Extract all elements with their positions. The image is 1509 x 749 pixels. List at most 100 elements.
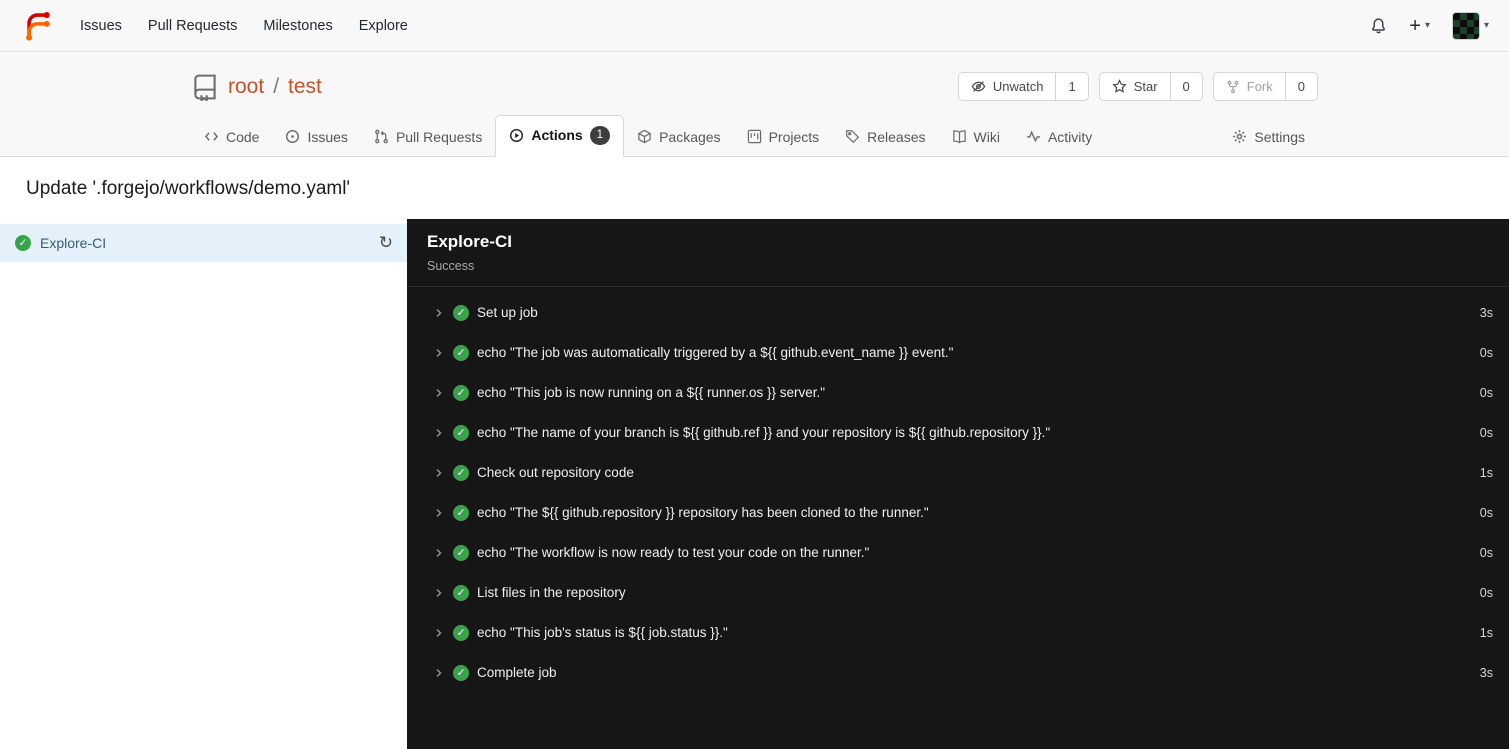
step-name: Complete job xyxy=(477,665,557,681)
step-name: echo "This job's status is ${{ job.statu… xyxy=(477,625,728,641)
tab-packages[interactable]: Packages xyxy=(624,119,733,156)
chevron-right-icon xyxy=(433,547,445,559)
bell-icon xyxy=(1372,18,1386,34)
tab-settings[interactable]: Settings xyxy=(1219,119,1318,156)
tab-code[interactable]: Code xyxy=(191,119,272,156)
chevron-right-icon xyxy=(433,387,445,399)
watch-button-group: Unwatch 1 xyxy=(957,72,1089,101)
tab-label: Issues xyxy=(307,128,348,145)
unwatch-button[interactable]: Unwatch xyxy=(959,73,1056,100)
star-icon xyxy=(1112,79,1127,93)
step-row[interactable]: ✓ Check out repository code 1s xyxy=(407,453,1509,493)
tab-label: Actions xyxy=(531,127,583,144)
job-status: Success xyxy=(427,258,475,273)
unwatch-label: Unwatch xyxy=(992,79,1044,94)
caret-down-icon: ▾ xyxy=(1424,20,1430,31)
job-label: Explore-CI xyxy=(40,234,107,251)
step-row[interactable]: ✓ echo "The job was automatically trigge… xyxy=(407,333,1509,373)
forgejo-icon xyxy=(26,12,50,41)
pull-request-icon xyxy=(375,130,388,144)
run-title: Update '.forgejo/workflows/demo.yaml' xyxy=(26,177,351,199)
fork-button-group: Fork 0 xyxy=(1212,72,1318,101)
main-content: Update '.forgejo/workflows/demo.yaml' ✓ … xyxy=(0,157,1509,749)
tab-wiki[interactable]: Wiki xyxy=(939,119,1013,156)
step-row[interactable]: ✓ Complete job 3s xyxy=(407,653,1509,693)
chevron-right-icon xyxy=(433,587,445,599)
success-check-icon: ✓ xyxy=(453,584,469,601)
chevron-right-icon xyxy=(433,307,445,319)
step-duration: 3s xyxy=(1479,665,1493,680)
create-menu-button[interactable]: + ▾ xyxy=(1409,16,1430,36)
fork-button[interactable]: Fork xyxy=(1214,73,1285,100)
step-row[interactable]: ✓ echo "The name of your branch is ${{ g… xyxy=(407,413,1509,453)
star-button[interactable]: Star xyxy=(1100,73,1170,100)
step-name: echo "The ${{ github.repository }} repos… xyxy=(477,505,929,521)
repo-title-row: root / test Unwatch 1 Star 0 Fork 0 xyxy=(191,68,1318,115)
avatar xyxy=(1451,11,1480,40)
tab-projects[interactable]: Projects xyxy=(734,119,833,156)
fork-icon xyxy=(1227,80,1239,93)
user-menu-button[interactable]: ▾ xyxy=(1451,11,1489,40)
tag-icon xyxy=(846,130,860,144)
package-icon xyxy=(638,130,651,144)
step-row[interactable]: ✓ echo "The workflow is now ready to tes… xyxy=(407,533,1509,573)
chevron-right-icon xyxy=(433,507,445,519)
tab-activity[interactable]: Activity xyxy=(1013,119,1105,156)
fork-label: Fork xyxy=(1246,79,1273,94)
step-row[interactable]: ✓ Set up job 3s xyxy=(407,293,1509,333)
actions-count-badge: 1 xyxy=(589,126,611,145)
tab-label: Wiki xyxy=(973,128,1000,145)
step-duration: 0s xyxy=(1479,425,1493,440)
step-name: echo "The name of your branch is ${{ git… xyxy=(477,425,1051,441)
gear-icon xyxy=(1233,130,1247,144)
tab-releases[interactable]: Releases xyxy=(832,119,938,156)
tab-label: Projects xyxy=(768,128,820,145)
step-duration: 0s xyxy=(1479,385,1493,400)
step-duration: 1s xyxy=(1479,625,1493,640)
success-check-icon: ✓ xyxy=(453,344,469,361)
job-log-header: Explore-CI Success xyxy=(407,219,1509,287)
repo-owner-link[interactable]: root xyxy=(228,75,264,99)
success-check-icon: ✓ xyxy=(453,464,469,481)
step-duration: 0s xyxy=(1479,545,1493,560)
book-icon xyxy=(952,130,966,144)
fork-count[interactable]: 0 xyxy=(1284,73,1317,100)
job-name: Explore-CI xyxy=(427,231,513,251)
nav-pull-requests[interactable]: Pull Requests xyxy=(135,10,250,42)
tab-actions[interactable]: Actions 1 xyxy=(495,115,625,157)
tab-label: Activity xyxy=(1047,128,1093,145)
repo-separator: / xyxy=(273,74,280,98)
step-name: Set up job xyxy=(477,305,538,321)
tab-label: Packages xyxy=(659,128,721,145)
project-board-icon xyxy=(747,130,761,144)
repo-name-link[interactable]: test xyxy=(288,75,322,99)
steps-list: ✓ Set up job 3s ✓ echo "The job was auto… xyxy=(407,287,1509,693)
tab-label: Settings xyxy=(1254,128,1305,145)
notifications-button[interactable] xyxy=(1370,17,1387,34)
forgejo-logo[interactable] xyxy=(20,9,53,42)
pulse-icon xyxy=(1026,130,1041,143)
step-row[interactable]: ✓ echo "This job's status is ${{ job.sta… xyxy=(407,613,1509,653)
star-button-group: Star 0 xyxy=(1098,72,1203,101)
chevron-right-icon xyxy=(433,467,445,479)
nav-explore[interactable]: Explore xyxy=(346,10,421,42)
run-content: ✓ Explore-CI ↻ Explore-CI Success ✓ Set … xyxy=(0,218,1509,749)
star-count[interactable]: 0 xyxy=(1169,73,1202,100)
step-name: Check out repository code xyxy=(477,465,634,481)
tab-pull-requests[interactable]: Pull Requests xyxy=(361,119,495,156)
page: Issues Pull Requests Milestones Explore … xyxy=(0,0,1509,749)
step-name: echo "This job is now running on a ${{ r… xyxy=(477,385,826,401)
tab-issues[interactable]: Issues xyxy=(272,119,360,156)
step-name: List files in the repository xyxy=(477,585,626,601)
step-row[interactable]: ✓ List files in the repository 0s xyxy=(407,573,1509,613)
job-item-explore-ci[interactable]: ✓ Explore-CI ↻ xyxy=(0,223,407,262)
success-check-icon: ✓ xyxy=(453,424,469,441)
step-row[interactable]: ✓ echo "The ${{ github.repository }} rep… xyxy=(407,493,1509,533)
nav-issues[interactable]: Issues xyxy=(67,10,135,42)
nav-milestones[interactable]: Milestones xyxy=(250,10,345,42)
success-check-icon: ✓ xyxy=(453,384,469,401)
rerun-refresh-icon[interactable]: ↻ xyxy=(379,234,393,251)
success-check-icon: ✓ xyxy=(15,234,31,251)
step-row[interactable]: ✓ echo "This job is now running on a ${{… xyxy=(407,373,1509,413)
watch-count[interactable]: 1 xyxy=(1055,73,1087,100)
